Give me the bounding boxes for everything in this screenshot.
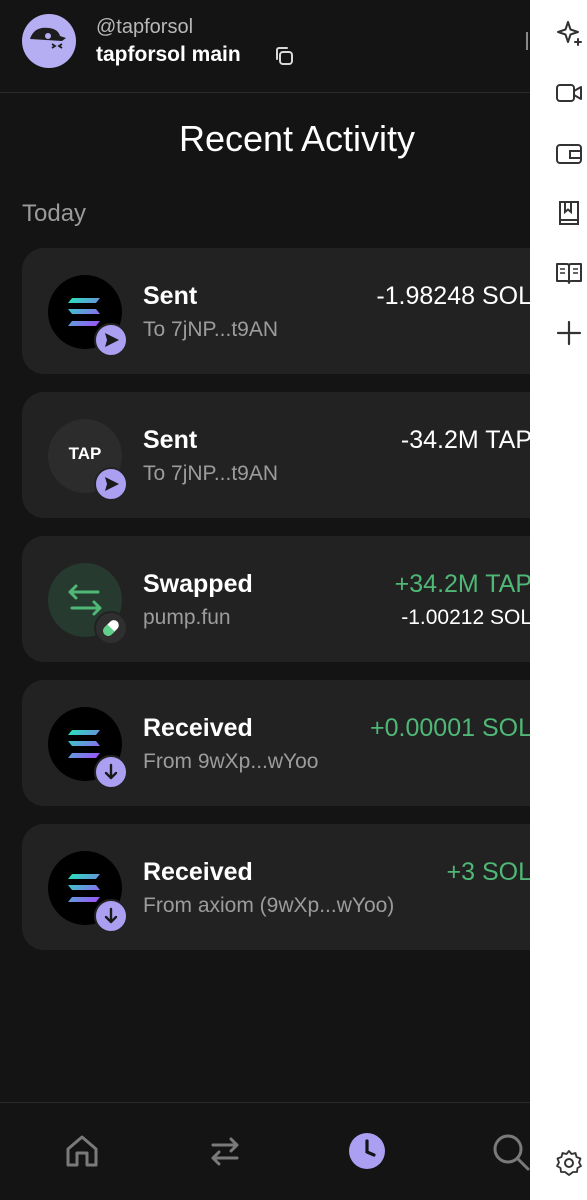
send-arrow-icon — [94, 467, 128, 501]
activity-amount: -34.2M TAP — [400, 426, 530, 454]
activity-item[interactable]: Swapped pump.fun +34.2M TAP -1.00212 SOL — [22, 536, 530, 662]
wallet-panel: @tapforsol tapforsol main Recent Activit… — [0, 0, 530, 1200]
send-arrow-icon — [94, 323, 128, 357]
activity-amount-secondary: -1.00212 SOL — [401, 606, 530, 629]
plus-icon[interactable] — [554, 318, 584, 348]
video-icon[interactable] — [554, 78, 584, 108]
activity-amount: +0.00001 SOL — [370, 714, 530, 742]
receive-arrow-icon — [94, 755, 128, 789]
wallet-icon[interactable] — [554, 138, 584, 168]
activity-amount: +3 SOL — [446, 858, 530, 886]
bottom-navigation — [0, 1102, 530, 1200]
pill-icon — [94, 611, 128, 645]
history-icon[interactable] — [347, 1131, 387, 1171]
activity-item[interactable]: Received From 9wXp...wYoo +0.00001 SOL — [22, 680, 530, 806]
activity-item[interactable]: Received From axiom (9wXp...wYoo) +3 SOL — [22, 824, 530, 950]
account-avatar[interactable] — [22, 14, 76, 68]
swap-icon[interactable] — [205, 1131, 245, 1171]
activity-title: Received — [143, 714, 253, 742]
activity-item[interactable]: TAP Sent To 7jNP...t9AN -34.2M TAP — [22, 392, 530, 518]
activity-title: Received — [143, 858, 253, 886]
section-heading: Today — [22, 200, 87, 227]
activity-subtitle: From 9wXp...wYoo — [143, 750, 319, 773]
copy-icon[interactable] — [272, 44, 296, 68]
activity-subtitle: pump.fun — [143, 606, 231, 629]
browser-sidebar — [530, 0, 587, 1200]
avatar-face-icon — [30, 27, 66, 49]
tap-token-label: TAP — [68, 444, 102, 463]
activity-title: Swapped — [143, 570, 253, 598]
activity-amount: +34.2M TAP — [394, 570, 530, 598]
activity-subtitle: From axiom (9wXp...wYoo) — [143, 894, 395, 917]
bookmark-book-icon[interactable] — [554, 198, 584, 228]
search-icon[interactable] — [490, 1131, 530, 1171]
activity-item[interactable]: Sent To 7jNP...t9AN -1.98248 SOL — [22, 248, 530, 374]
reader-icon[interactable] — [554, 258, 584, 288]
receive-arrow-icon — [94, 899, 128, 933]
account-handle: @tapforsol — [96, 16, 194, 38]
settings-icon[interactable] — [554, 1148, 584, 1178]
account-header: @tapforsol tapforsol main — [0, 0, 530, 93]
home-icon[interactable] — [62, 1131, 102, 1171]
activity-subtitle: To 7jNP...t9AN — [143, 318, 279, 341]
account-name[interactable]: tapforsol main — [96, 43, 241, 67]
activity-subtitle: To 7jNP...t9AN — [143, 462, 279, 485]
activity-title: Sent — [143, 282, 198, 310]
activity-title: Sent — [143, 426, 198, 454]
activity-amount: -1.98248 SOL — [376, 282, 530, 310]
page-title: Recent Activity — [178, 118, 416, 159]
sparkle-icon[interactable] — [554, 18, 584, 48]
